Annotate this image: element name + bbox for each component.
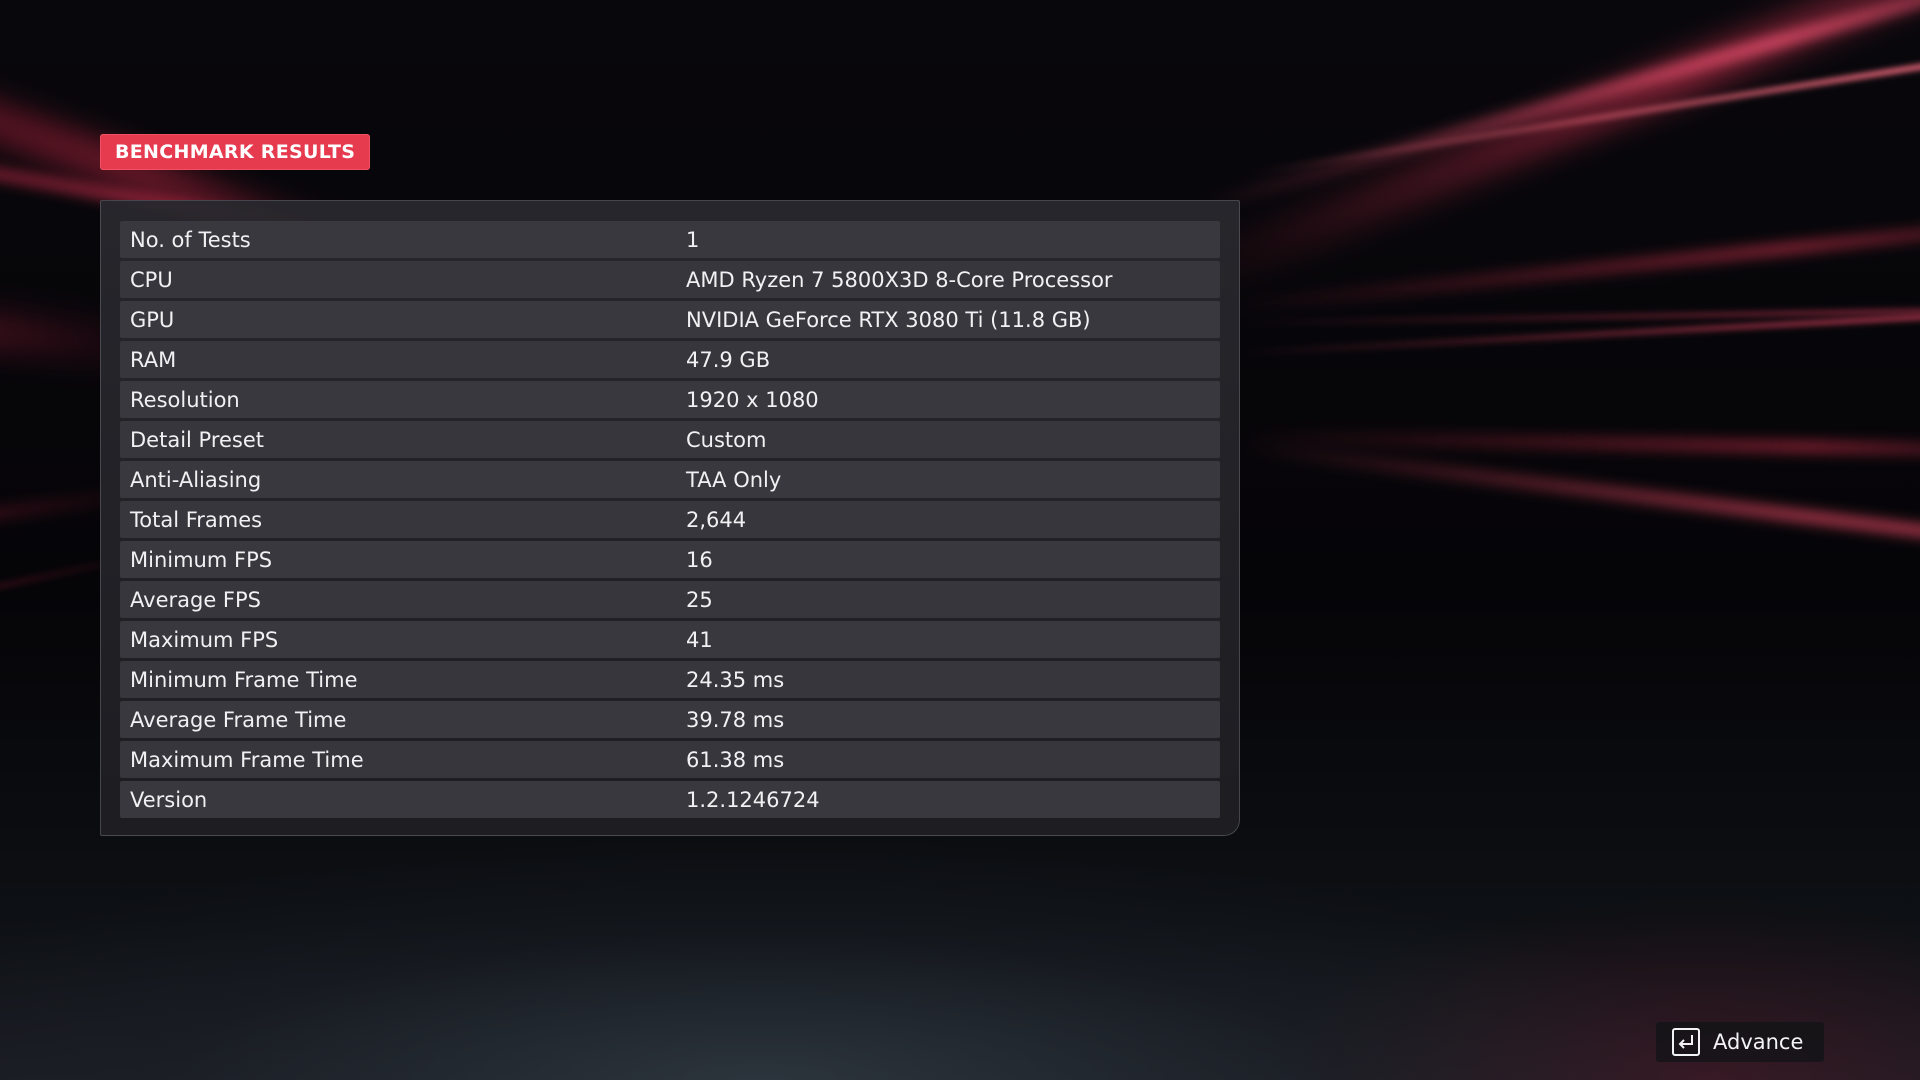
result-value: 41 bbox=[686, 627, 713, 652]
enter-key-icon bbox=[1672, 1028, 1700, 1056]
table-row: Resolution 1920 x 1080 bbox=[120, 381, 1220, 418]
table-row: Anti-Aliasing TAA Only bbox=[120, 461, 1220, 498]
result-label: Version bbox=[130, 787, 208, 812]
table-row: Minimum Frame Time 24.35 ms bbox=[120, 661, 1220, 698]
benchmark-screen: BENCHMARK RESULTS No. of Tests 1 CPU AMD… bbox=[0, 0, 1920, 1080]
table-row: Minimum FPS 16 bbox=[120, 541, 1220, 578]
result-label: RAM bbox=[130, 347, 177, 372]
table-row: Total Frames 2,644 bbox=[120, 501, 1220, 538]
result-label: No. of Tests bbox=[130, 227, 251, 252]
result-label: Detail Preset bbox=[130, 427, 265, 452]
result-label: Average Frame Time bbox=[130, 707, 347, 732]
result-label: Resolution bbox=[130, 387, 240, 412]
table-row: GPU NVIDIA GeForce RTX 3080 Ti (11.8 GB) bbox=[120, 301, 1220, 338]
benchmark-results-table: No. of Tests 1 CPU AMD Ryzen 7 5800X3D 8… bbox=[100, 200, 1240, 836]
result-value: 39.78 ms bbox=[686, 707, 785, 732]
advance-button[interactable]: Advance bbox=[1656, 1022, 1824, 1062]
result-value: 1.2.1246724 bbox=[686, 787, 820, 812]
result-label: Anti-Aliasing bbox=[130, 467, 262, 492]
table-row: Version 1.2.1246724 bbox=[120, 781, 1220, 818]
result-value: 16 bbox=[686, 547, 713, 572]
result-value: Custom bbox=[686, 427, 767, 452]
result-value: 1 bbox=[686, 227, 700, 252]
result-label: Average FPS bbox=[130, 587, 261, 612]
page-title: BENCHMARK RESULTS bbox=[100, 134, 371, 170]
result-value: AMD Ryzen 7 5800X3D 8-Core Processor bbox=[686, 267, 1113, 292]
advance-label: Advance bbox=[1713, 1030, 1804, 1054]
result-value: 47.9 GB bbox=[686, 347, 771, 372]
table-row: Maximum Frame Time 61.38 ms bbox=[120, 741, 1220, 778]
table-row: Detail Preset Custom bbox=[120, 421, 1220, 458]
table-row: RAM 47.9 GB bbox=[120, 341, 1220, 378]
result-value: 1920 x 1080 bbox=[686, 387, 819, 412]
result-value: 24.35 ms bbox=[686, 667, 785, 692]
table-row: Average Frame Time 39.78 ms bbox=[120, 701, 1220, 738]
result-label: Maximum Frame Time bbox=[130, 747, 364, 772]
result-label: Total Frames bbox=[130, 507, 263, 532]
result-label: Minimum FPS bbox=[130, 547, 273, 572]
result-label: Minimum Frame Time bbox=[130, 667, 358, 692]
table-row: No. of Tests 1 bbox=[120, 221, 1220, 258]
result-value: 2,644 bbox=[686, 507, 747, 532]
table-row: Average FPS 25 bbox=[120, 581, 1220, 618]
table-row: CPU AMD Ryzen 7 5800X3D 8-Core Processor bbox=[120, 261, 1220, 298]
result-value: TAA Only bbox=[686, 467, 782, 492]
result-value: 61.38 ms bbox=[686, 747, 785, 772]
result-value: 25 bbox=[686, 587, 713, 612]
table-row: Maximum FPS 41 bbox=[120, 621, 1220, 658]
result-label: CPU bbox=[130, 267, 173, 292]
result-label: GPU bbox=[130, 307, 175, 332]
result-value: NVIDIA GeForce RTX 3080 Ti (11.8 GB) bbox=[686, 307, 1091, 332]
result-label: Maximum FPS bbox=[130, 627, 279, 652]
